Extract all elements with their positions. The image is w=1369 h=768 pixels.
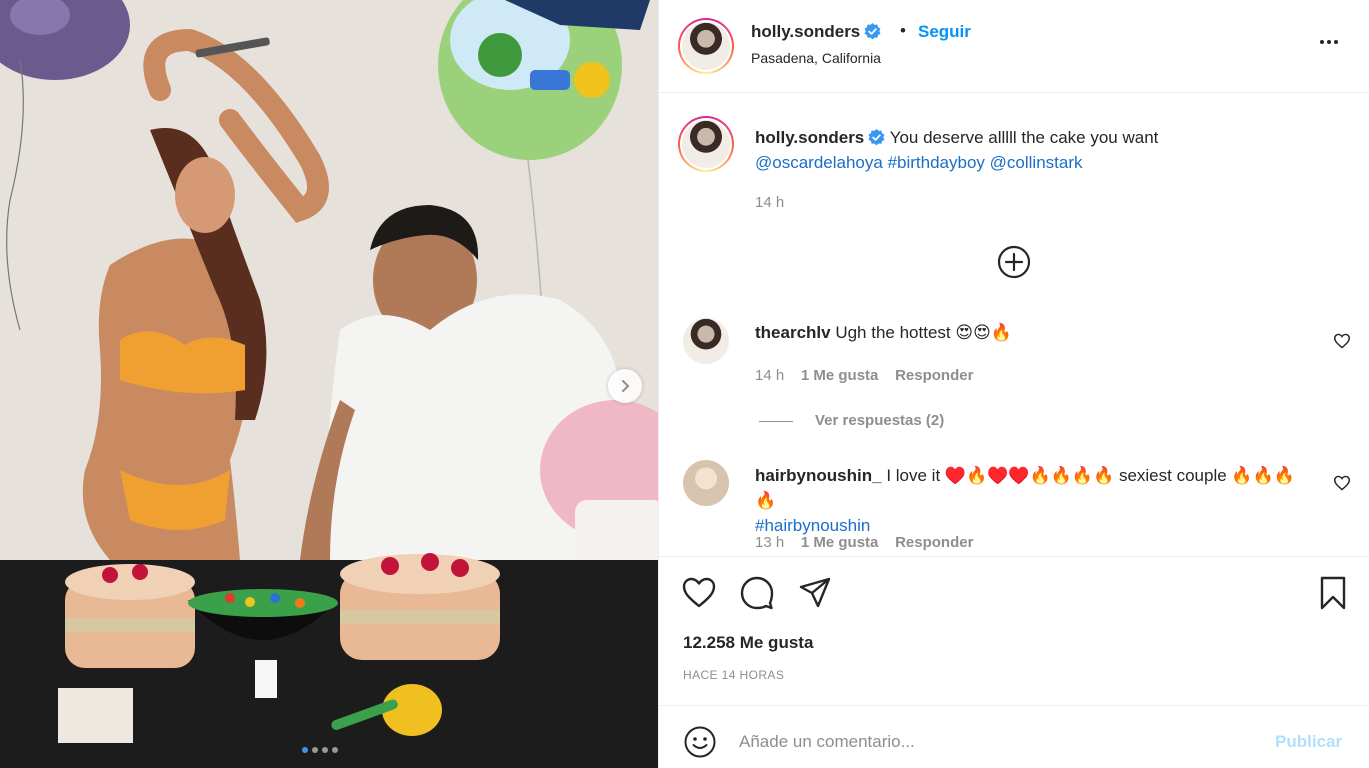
comment-like-count[interactable]: 1 Me gusta (801, 367, 879, 384)
carousel-dot (302, 747, 308, 753)
share-send-icon[interactable] (797, 575, 833, 611)
comment-body: hairbynoushin_ I love it ♥️🔥♥️♥️🔥🔥🔥🔥 sex… (755, 463, 1305, 538)
comment-username[interactable]: thearchlv (755, 323, 831, 342)
emoji-smiley-icon[interactable] (683, 725, 717, 759)
author-avatar[interactable] (678, 18, 734, 74)
verified-badge-icon (864, 23, 881, 40)
carousel-dot (322, 747, 328, 753)
reply-button[interactable]: Responder (895, 534, 973, 551)
comment-bubble-icon[interactable] (739, 575, 775, 611)
like-count[interactable]: 12.258 Me gusta (683, 633, 813, 653)
carousel-indicator (302, 747, 338, 753)
carousel-dot (312, 747, 318, 753)
post-header: holly.sonders • Seguir Pasadena, Califor… (659, 0, 1369, 93)
follow-button[interactable]: Seguir (918, 22, 971, 42)
comment-timestamp[interactable]: 13 h (755, 534, 784, 551)
photo-scene (0, 0, 658, 768)
post-details-panel: holly.sonders • Seguir Pasadena, Califor… (658, 0, 1369, 768)
commenter-avatar[interactable] (683, 318, 729, 364)
comment-input[interactable] (739, 726, 1259, 758)
caption-mention[interactable]: @oscardelahoya (755, 153, 883, 172)
caption-body: You deserve alllll the cake you want (889, 128, 1159, 147)
bookmark-icon[interactable] (1315, 575, 1351, 611)
view-replies-button[interactable]: Ver respuestas (2) (759, 412, 944, 429)
comment-body: thearchlv Ugh the hottest 😍😍🔥 (755, 320, 1305, 345)
chevron-right-icon (622, 380, 630, 392)
caption-mention[interactable]: @collinstark (990, 153, 1083, 172)
caption-hashtag[interactable]: #birthdayboy (888, 153, 985, 172)
carousel-dot (332, 747, 338, 753)
load-more-comments-button[interactable] (996, 244, 1032, 280)
ellipsis-icon (1320, 40, 1338, 44)
comment-meta: 14 h 1 Me gusta Responder (755, 367, 973, 384)
post-photo[interactable] (0, 0, 658, 768)
comment-meta: 13 h 1 Me gusta Responder (755, 534, 973, 551)
next-image-button[interactable] (608, 369, 642, 403)
comments-list[interactable]: holly.sonders You deserve alllll the cak… (659, 94, 1369, 556)
header-separator: • (900, 21, 906, 40)
caption-avatar[interactable] (678, 116, 734, 172)
comment-text: Ugh the hottest 😍😍🔥 (835, 323, 1012, 342)
comment-hashtag[interactable]: #hairbynoushin (755, 516, 870, 535)
comment-like-count[interactable]: 1 Me gusta (801, 534, 879, 551)
view-replies-label: Ver respuestas (2) (815, 412, 945, 429)
post-time-ago[interactable]: HACE 14 HORAS (683, 668, 784, 682)
like-heart-icon[interactable] (681, 575, 717, 611)
like-comment-heart-icon[interactable] (1333, 475, 1351, 491)
commenter-avatar[interactable] (683, 460, 729, 506)
reply-button[interactable]: Responder (895, 367, 973, 384)
post-actions: 12.258 Me gusta HACE 14 HORAS (659, 556, 1369, 706)
caption-username[interactable]: holly.sonders (755, 128, 864, 147)
post-location[interactable]: Pasadena, California (751, 50, 881, 66)
comment-timestamp[interactable]: 14 h (755, 367, 784, 384)
comment-composer: Publicar (659, 705, 1369, 768)
comment-username[interactable]: hairbynoushin_ (755, 466, 882, 485)
post-caption: holly.sonders You deserve alllll the cak… (755, 125, 1315, 175)
more-options-button[interactable] (1317, 30, 1341, 60)
publish-button[interactable]: Publicar (1275, 732, 1342, 752)
replies-divider (759, 420, 793, 422)
caption-timestamp[interactable]: 14 h (755, 194, 784, 211)
like-comment-heart-icon[interactable] (1333, 333, 1351, 349)
author-username[interactable]: holly.sonders (751, 22, 881, 42)
verified-badge-icon (868, 129, 885, 146)
